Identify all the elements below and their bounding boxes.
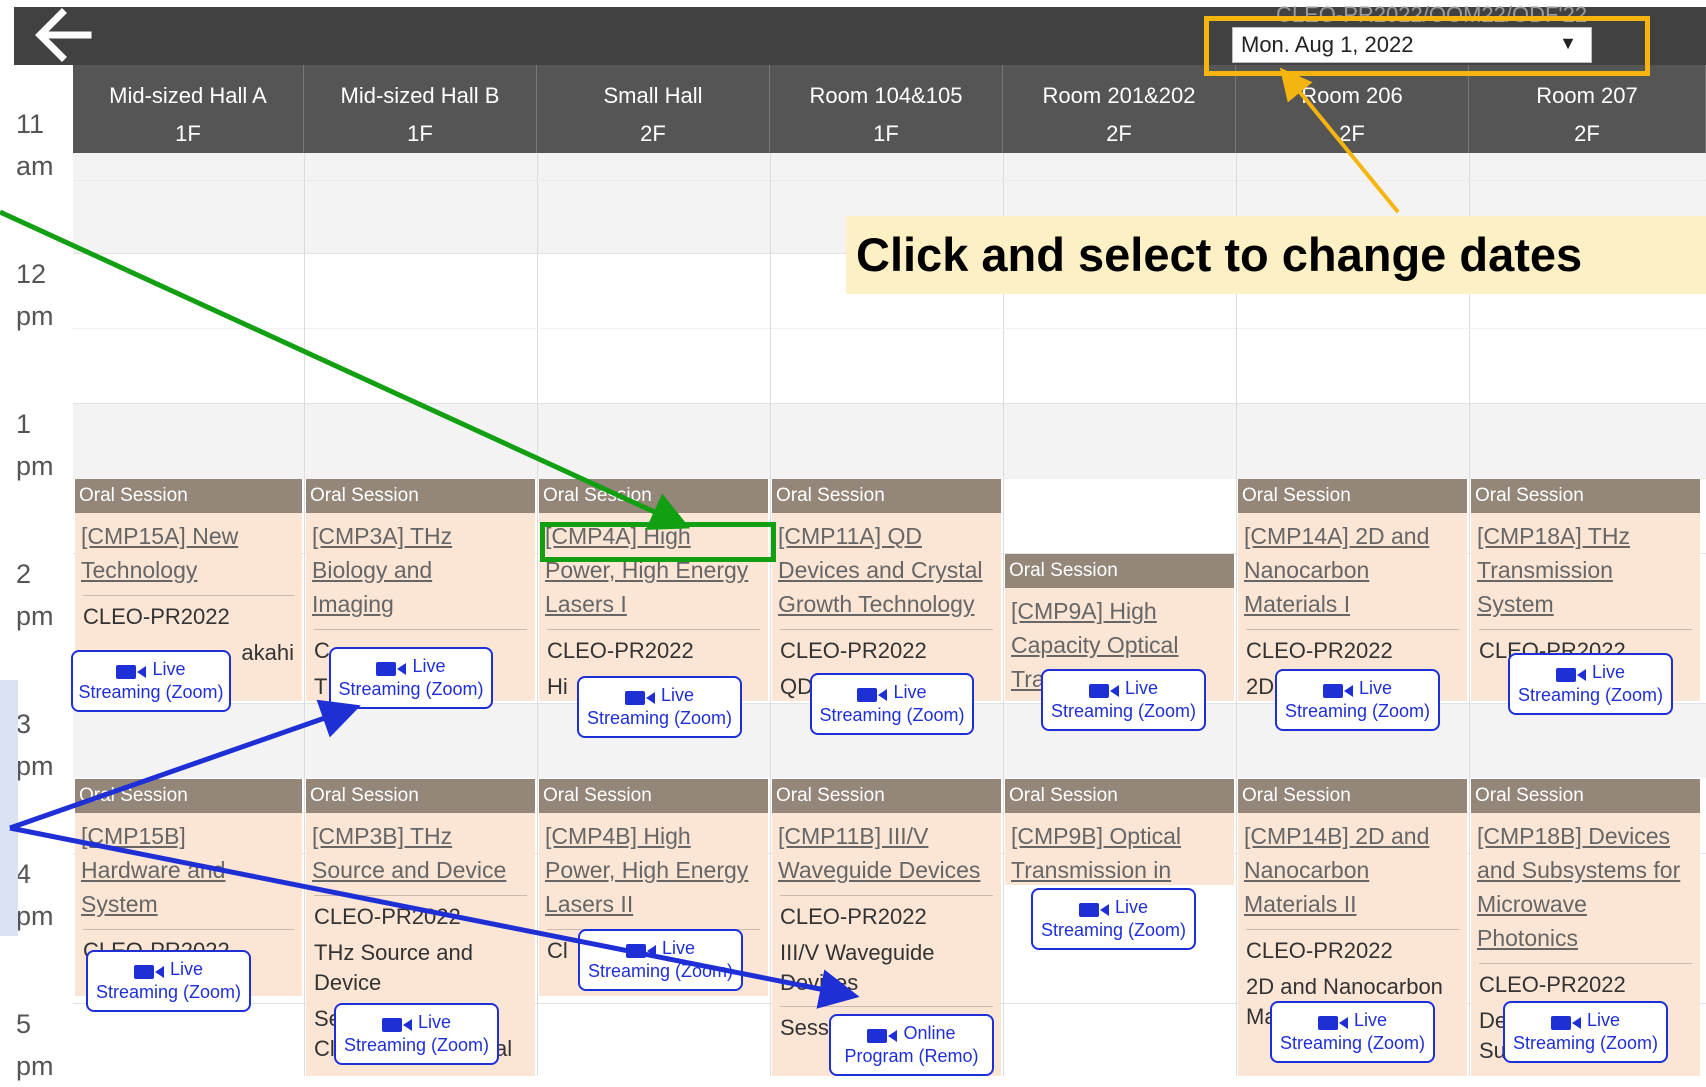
video-camera-icon [381, 1012, 412, 1034]
video-camera-icon [867, 1023, 898, 1045]
annotation-callout: Click and select to change dates [846, 216, 1706, 294]
time-label-4pm: 4 pm [16, 859, 54, 931]
live-streaming-zoom-button[interactable]: Live Streaming (Zoom) [329, 647, 493, 709]
video-camera-icon [133, 959, 164, 981]
room-header-104-105: Room 104&105 1F [770, 65, 1003, 153]
live-streaming-zoom-button[interactable]: Live Streaming (Zoom) [1508, 653, 1673, 715]
time-label-12pm: 12 pm [16, 259, 54, 331]
room-header-hall-a: Mid-sized Hall A 1F [73, 65, 304, 153]
video-camera-icon [1317, 1010, 1348, 1032]
session-title[interactable]: [CMP3B] THz Source and Device [306, 813, 535, 887]
live-streaming-zoom-button[interactable]: Live Streaming (Zoom) [1270, 1001, 1435, 1063]
live-streaming-zoom-button[interactable]: Live Streaming (Zoom) [578, 929, 743, 991]
highlight-box-green [540, 522, 776, 562]
time-label-3pm: 3 pm [16, 709, 54, 781]
session-title[interactable]: [CMP3A] THz Biology and Imaging [306, 513, 535, 621]
session-cmp9b[interactable]: Oral Session [CMP9B] Optical Transmission… [1005, 779, 1234, 885]
live-streaming-zoom-button[interactable]: Live Streaming (Zoom) [1041, 669, 1206, 731]
room-header-201-202: Room 201&202 2F [1003, 65, 1236, 153]
side-panel-edge [0, 680, 18, 936]
live-streaming-zoom-button[interactable]: Live Streaming (Zoom) [71, 650, 231, 712]
video-camera-icon [624, 685, 655, 707]
time-label-1pm: 1 pm [16, 409, 54, 481]
live-streaming-zoom-button[interactable]: Live Streaming (Zoom) [86, 950, 251, 1012]
time-label-5pm: 5 pm [16, 1009, 54, 1081]
session-title[interactable]: [CMP18A] THz Transmission System [1471, 513, 1700, 621]
live-streaming-zoom-button[interactable]: Live Streaming (Zoom) [810, 673, 974, 735]
session-title[interactable]: [CMP14B] 2D and Nanocarbon Materials II [1238, 813, 1467, 921]
session-title[interactable]: [CMP14A] 2D and Nanocarbon Materials I [1238, 513, 1467, 621]
grid-hour-line [73, 403, 1706, 404]
live-streaming-zoom-button[interactable]: Live Streaming (Zoom) [1503, 1001, 1668, 1063]
video-camera-icon [376, 656, 407, 678]
video-camera-icon [1088, 678, 1119, 700]
video-camera-icon [1078, 897, 1109, 919]
grid-column-line [304, 153, 305, 1076]
time-label-11am: 11 am [16, 109, 54, 181]
grid-column-line [537, 153, 538, 1076]
session-cmp4a[interactable]: Oral Session [CMP4A] High Power, High Ene… [539, 479, 768, 701]
grid-half-line [73, 180, 1706, 181]
room-header-hall-b: Mid-sized Hall B 1F [304, 65, 537, 153]
video-camera-icon [857, 682, 888, 704]
live-streaming-zoom-button[interactable]: Live Streaming (Zoom) [577, 676, 742, 738]
room-header-207: Room 207 2F [1469, 65, 1706, 153]
session-title[interactable]: [CMP15A] New Technology [75, 513, 302, 587]
back-arrow-icon[interactable] [28, 7, 98, 65]
live-streaming-zoom-button[interactable]: Live Streaming (Zoom) [1031, 888, 1196, 950]
session-title[interactable]: [CMP18B] Devices and Subsystems for Microw… [1471, 813, 1700, 955]
online-program-remo-button[interactable]: Online Program (Remo) [829, 1014, 994, 1076]
session-title[interactable]: [CMP9B] Optical Transmission in [1005, 813, 1234, 885]
live-streaming-zoom-button[interactable]: Live Streaming (Zoom) [1275, 669, 1440, 731]
room-header-small-hall: Small Hall 2F [537, 65, 770, 153]
session-cmp14a[interactable]: Oral Session [CMP14A] 2D and Nanocarbon Ma… [1238, 479, 1467, 701]
video-camera-icon [1322, 678, 1353, 700]
session-title[interactable]: [CMP15B] Hardware and System [75, 813, 302, 921]
room-header-206: Room 206 2F [1236, 65, 1469, 153]
grid-column-line [770, 153, 771, 1076]
time-label-2pm: 2 pm [16, 559, 54, 631]
session-title[interactable]: [CMP4B] High Power, High Energy Lasers II [539, 813, 768, 921]
highlight-box-yellow [1204, 16, 1650, 76]
grid-half-line [73, 328, 1706, 329]
session-title[interactable]: [CMP11A] QD Devices and Crystal Growth Tec… [772, 513, 1001, 621]
session-cmp11a[interactable]: Oral Session [CMP11A] QD Devices and Crys… [772, 479, 1001, 701]
grid-band [73, 403, 1706, 478]
live-streaming-zoom-button[interactable]: Live Streaming (Zoom) [334, 1003, 499, 1065]
video-camera-icon [625, 938, 656, 960]
session-title[interactable]: [CMP11B] III/V Waveguide Devices [772, 813, 1001, 887]
video-camera-icon [1555, 662, 1586, 684]
video-camera-icon [116, 659, 147, 681]
video-camera-icon [1550, 1010, 1581, 1032]
